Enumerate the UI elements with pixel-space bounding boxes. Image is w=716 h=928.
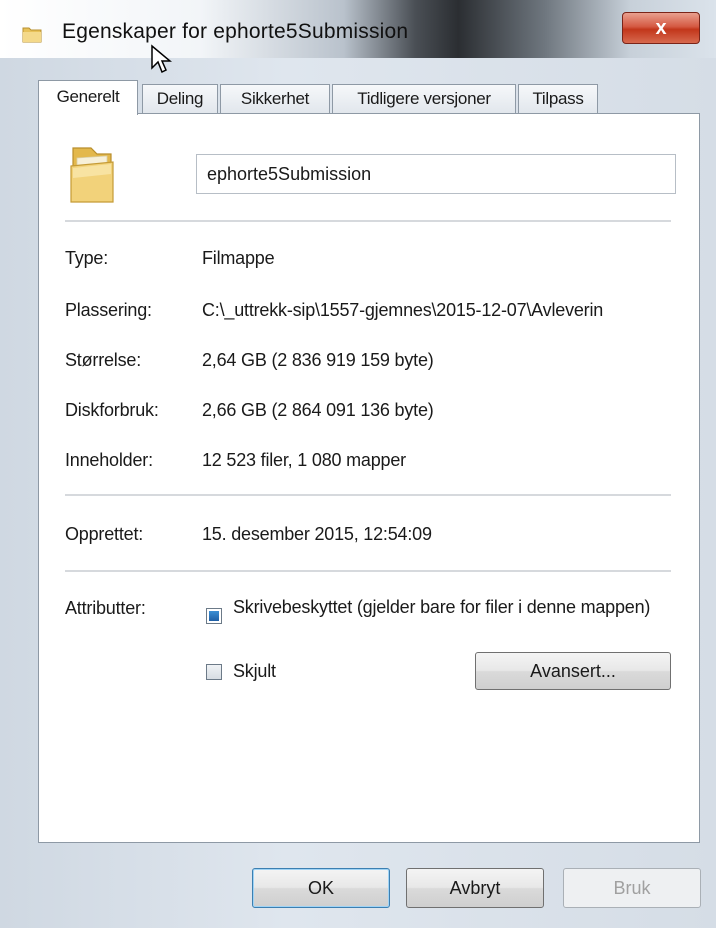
divider (65, 220, 671, 222)
readonly-label[interactable]: Skrivebeskyttet (gjelder bare for filer … (233, 596, 663, 618)
contains-label: Inneholder: (65, 450, 153, 470)
tab-tidligere-versjoner[interactable]: Tidligere versjoner (332, 84, 516, 114)
general-tab-panel: Type: Filmappe Plassering: C:\_uttrekk-s… (38, 113, 700, 843)
disk-usage-label: Diskforbruk: (65, 400, 159, 420)
window-title: Egenskaper for ephorte5Submission (62, 20, 409, 43)
close-icon: x (655, 17, 667, 39)
tab-deling[interactable]: Deling (142, 84, 218, 114)
properties-dialog: Egenskaper for ephorte5Submission x Gene… (0, 0, 716, 928)
type-label: Type: (65, 248, 109, 268)
type-value: Filmappe (202, 248, 275, 268)
tab-generelt[interactable]: Generelt (38, 80, 138, 115)
advanced-button[interactable]: Avansert... (475, 652, 671, 690)
divider (65, 570, 671, 572)
mouse-cursor-icon (151, 44, 172, 74)
disk-usage-value: 2,66 GB (2 864 091 136 byte) (202, 400, 434, 420)
apply-button[interactable]: Bruk (563, 868, 701, 908)
location-value: C:\_uttrekk-sip\1557-gjemnes\2015-12-07\… (202, 300, 604, 320)
folder-icon (22, 27, 42, 43)
close-button[interactable]: x (622, 12, 700, 44)
cancel-button[interactable]: Avbryt (406, 868, 544, 908)
ok-button[interactable]: OK (252, 868, 390, 908)
location-label: Plassering: (65, 300, 152, 320)
attributes-label: Attributter: (65, 598, 146, 618)
readonly-checkbox[interactable] (206, 608, 222, 624)
folder-icon (70, 147, 114, 203)
title-bar[interactable]: Egenskaper for ephorte5Submission x (0, 0, 716, 74)
created-value: 15. desember 2015, 12:54:09 (202, 524, 432, 544)
hidden-checkbox[interactable] (206, 664, 222, 680)
tab-tilpass[interactable]: Tilpass (518, 84, 598, 114)
tab-sikkerhet[interactable]: Sikkerhet (220, 84, 330, 114)
hidden-label[interactable]: Skjult (233, 660, 276, 682)
size-label: Størrelse: (65, 350, 142, 370)
size-value: 2,64 GB (2 836 919 159 byte) (202, 350, 434, 370)
contains-value: 12 523 filer, 1 080 mapper (202, 450, 406, 470)
created-label: Opprettet: (65, 524, 144, 544)
folder-name-input[interactable] (196, 154, 676, 194)
divider (65, 494, 671, 496)
